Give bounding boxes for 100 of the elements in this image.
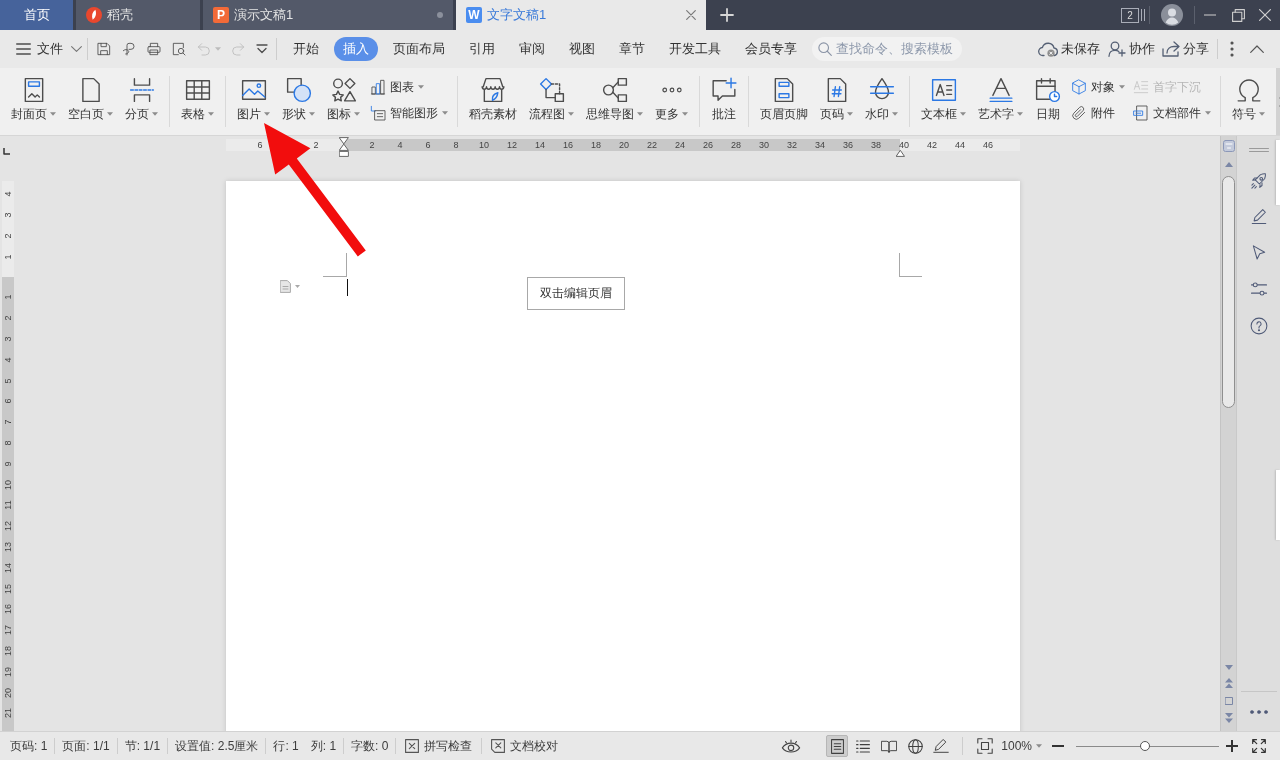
- comment-icon: [711, 77, 737, 103]
- window-tab[interactable]: P 演示文稿1: [203, 0, 453, 30]
- margin-marker-icon[interactable]: [896, 150, 905, 157]
- ribbon-button[interactable]: 附件: [1071, 100, 1125, 126]
- drag-handle-icon[interactable]: [1248, 148, 1269, 152]
- ribbon-tab[interactable]: 开发工具: [660, 37, 730, 61]
- previous-page-icon[interactable]: [1224, 678, 1233, 688]
- ribbon-button[interactable]: 文档部件: [1133, 100, 1211, 126]
- ribbon-button[interactable]: 图片: [231, 68, 276, 135]
- ruler-number: 40: [899, 139, 909, 151]
- plus-icon[interactable]: [720, 8, 734, 22]
- file-menu-button[interactable]: 文件: [16, 40, 82, 58]
- ribbon-button[interactable]: 更多: [649, 68, 694, 135]
- tab-stop-icon[interactable]: [3, 148, 10, 155]
- indent-marker-icon[interactable]: [339, 137, 349, 157]
- dot-icon: [437, 12, 443, 18]
- ruler-number: 38: [871, 139, 881, 151]
- panel-toggle-icon[interactable]: [1222, 140, 1235, 152]
- customize-icon[interactable]: [256, 44, 268, 54]
- collapse-icon[interactable]: [1250, 45, 1264, 53]
- ruler-number: 21: [3, 708, 13, 719]
- help-icon[interactable]: [1249, 317, 1268, 335]
- fullscreen-icon[interactable]: [1252, 739, 1266, 753]
- save-icon[interactable]: [96, 41, 112, 57]
- ribbon-tab[interactable]: 引用: [460, 37, 504, 61]
- sliders-icon[interactable]: [1249, 280, 1268, 298]
- next-page-icon[interactable]: [1224, 713, 1233, 723]
- ribbon-tab[interactable]: 章节: [610, 37, 654, 61]
- scrollbar-thumb[interactable]: [1222, 176, 1235, 408]
- more-icon[interactable]: [1249, 710, 1268, 714]
- ruler-number: 8: [453, 139, 459, 151]
- collaborate-button[interactable]: 协作: [1108, 40, 1155, 58]
- ribbon-tab[interactable]: 开始: [284, 37, 328, 61]
- more-options-icon[interactable]: [1230, 41, 1234, 57]
- print-icon[interactable]: [146, 41, 162, 57]
- spellcheck-button[interactable]: 拼写检查: [396, 738, 483, 754]
- ribbon-tab[interactable]: 页面布局: [384, 37, 454, 61]
- ruler-number: 2: [369, 139, 375, 151]
- ruler-number: 42: [927, 139, 937, 151]
- window-tab[interactable]: W 文字文稿1: [456, 0, 706, 30]
- ribbon-button[interactable]: 页码: [814, 68, 859, 135]
- ribbon-button[interactable]: 形状: [276, 68, 321, 135]
- ribbon-tab[interactable]: 视图: [560, 37, 604, 61]
- ruler-number: 32: [787, 139, 797, 151]
- eye-icon[interactable]: [781, 738, 802, 754]
- search-field[interactable]: 查找命令、搜索模板: [812, 37, 962, 61]
- ribbon-button[interactable]: 分页: [119, 68, 164, 135]
- zoom-level-button[interactable]: 100%: [1001, 739, 1042, 753]
- export-icon[interactable]: [121, 41, 137, 57]
- ribbon-button[interactable]: 水印: [859, 68, 904, 135]
- ribbon-tab[interactable]: 会员专享: [736, 37, 806, 61]
- proofread-button[interactable]: 文档校对: [482, 738, 568, 754]
- ribbon-button[interactable]: 空白页: [62, 68, 119, 135]
- slider-thumb[interactable]: [1139, 741, 1150, 751]
- window-tab[interactable]: 稻壳: [76, 0, 200, 30]
- header-hint: 双击编辑页眉: [527, 277, 625, 310]
- fit-page-icon[interactable]: [977, 738, 994, 754]
- document-parts-icon: [1133, 105, 1149, 121]
- browse-object-icon[interactable]: [1224, 697, 1233, 705]
- scroll-down-icon[interactable]: [1224, 665, 1233, 670]
- ribbon-button[interactable]: 图标: [321, 68, 366, 135]
- restore-icon[interactable]: [1232, 8, 1245, 22]
- ruler-number: 15: [3, 583, 13, 594]
- ribbon-tab[interactable]: 审阅: [510, 37, 554, 61]
- paperclip-icon: [1071, 105, 1087, 121]
- ruler-number: 14: [3, 562, 13, 573]
- save-status-button[interactable]: 未保存: [1038, 40, 1100, 58]
- ribbon-button[interactable]: 批注: [705, 68, 743, 135]
- ribbon-button[interactable]: 稻壳素材: [463, 68, 523, 135]
- ribbon-button[interactable]: 页眉页脚: [754, 68, 814, 135]
- ribbon-button[interactable]: 文本框: [915, 68, 972, 135]
- scroll-up-icon[interactable]: [1224, 162, 1233, 167]
- ribbon-button[interactable]: 思维导图: [580, 68, 649, 135]
- ribbon-button[interactable]: 艺术字: [972, 68, 1029, 135]
- ribbon-button[interactable]: 对象: [1071, 74, 1125, 100]
- pen-icon[interactable]: [1249, 207, 1268, 225]
- ribbon-button[interactable]: 流程图: [523, 68, 580, 135]
- window-tab[interactable]: 首页: [0, 0, 73, 30]
- ribbon-button[interactable]: 图表: [370, 74, 448, 100]
- zoom-in-icon[interactable]: [1226, 740, 1238, 752]
- ribbon-button[interactable]: 封面页: [5, 68, 62, 135]
- ruler-number: 5: [3, 378, 13, 384]
- ruler-number: 16: [3, 604, 13, 615]
- close-icon[interactable]: [686, 10, 696, 20]
- rocket-icon[interactable]: [1249, 172, 1268, 190]
- ruler-number: 20: [619, 139, 629, 151]
- share-button[interactable]: 分享: [1162, 40, 1209, 58]
- avatar-icon[interactable]: [1161, 4, 1183, 26]
- vertical-ruler[interactable]: 1 2 3 4 5 6 7 8 9 10 11 12 13 14 15 16 17 18 19 20 21: [2, 277, 14, 731]
- ribbon-button[interactable]: 表格: [175, 68, 220, 135]
- print-preview-icon[interactable]: [171, 41, 187, 57]
- globe-icon: [907, 738, 923, 754]
- view-button[interactable]: [826, 735, 849, 757]
- ribbon-button[interactable]: 智能图形: [370, 100, 448, 126]
- vertical-scrollbar[interactable]: [1220, 136, 1236, 731]
- vertical-ruler[interactable]: 4 3 2 1: [2, 181, 14, 277]
- ribbon-button[interactable]: 符号: [1226, 68, 1271, 135]
- drop-cap-icon: [1133, 79, 1149, 95]
- ribbon-button[interactable]: 日期: [1029, 68, 1067, 135]
- flowchart-icon: [538, 77, 565, 103]
